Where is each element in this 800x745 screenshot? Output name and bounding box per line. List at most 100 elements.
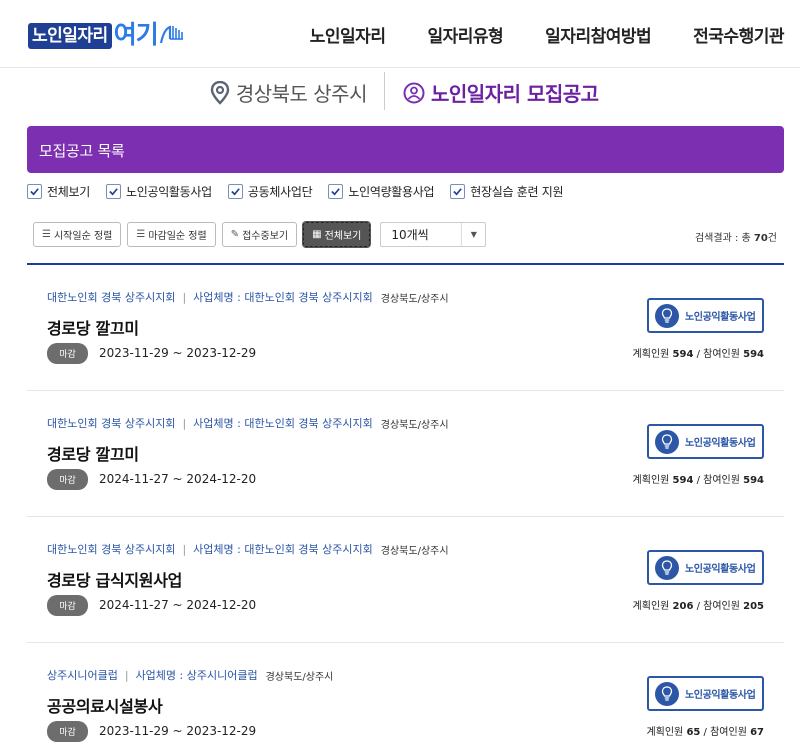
business-name[interactable]: 사업체명 : 대한노인회 경북 상주시지회 [193,289,373,305]
search-result-count: 검색결과 : 총 70건 [695,229,777,244]
nav-item-jobs[interactable]: 노인일자리 [310,22,386,47]
headcount: 계획인원 594 / 참여인원 594 [633,345,764,360]
plan-label: 계획인원 [632,349,673,360]
business-name[interactable]: 사업체명 : 대한노인회 경북 상주시지회 [193,541,373,557]
checkbox[interactable] [450,184,466,199]
region-text: 경상북도/상주시 [380,293,449,305]
filter-label: 전체보기 [47,185,90,199]
checkbox[interactable] [105,184,121,199]
status-badge: 마감 [47,469,88,490]
person-circle-icon [403,82,425,103]
nav-item-participation[interactable]: 일자리참여방법 [545,22,651,47]
top-header: 노인일자리 여기 노인일자리 일자리유형 일자리참여방법 전국수행기관 [0,0,800,68]
check-icon [231,188,240,196]
plan-label: 계획인원 [632,475,673,486]
posting-title[interactable]: 경로당 급식지원사업 [47,567,182,591]
filter-label: 노인역량활용사업 [348,185,435,199]
logo-text-primary: 노인일자리 [28,23,112,49]
region-text: 경상북도/상주시 [380,545,449,557]
posting-title[interactable]: 경로당 깔끄미 [47,441,139,465]
headcount: 계획인원 206 / 참여인원 205 [633,597,764,612]
button-label: 마감일순 정렬 [148,231,207,242]
lightbulb-icon [655,555,679,580]
card-meta: 대한노인회 경북 상주시지회 | 사업체명 : 대한노인회 경북 상주시지회 경… [47,541,449,557]
region-text: 경상북도/상주시 [265,671,334,683]
job-posting-card[interactable]: 대한노인회 경북 상주시지회 | 사업체명 : 대한노인회 경북 상주시지회 경… [27,517,784,643]
filter-label: 공동체사업단 [247,185,313,199]
filter-community[interactable]: 공동체사업단 [227,183,313,200]
nav-item-agencies[interactable]: 전국수행기관 [693,22,784,47]
organization-link[interactable]: 상주시니어클럽 [47,667,118,683]
posting-period: 2024-11-27 ~ 2024-12-20 [99,472,257,486]
result-suffix: 건 [767,233,777,244]
organization-link[interactable]: 대한노인회 경북 상주시지회 [47,541,175,557]
job-posting-card[interactable]: 상주시니어클럽 | 사업체명 : 상주시니어클럽 경상북도/상주시 공공의료시설… [27,643,784,745]
chevron-down-icon: ▼ [461,223,485,246]
sort-end-button[interactable]: ☰ 마감일순 정렬 [127,222,216,247]
posting-period: 2023-11-29 ~ 2023-12-29 [99,346,257,360]
lightbulb-icon [655,681,679,706]
nav-item-job-types[interactable]: 일자리유형 [427,22,503,47]
check-icon [453,188,463,196]
job-type-badge: 노인공익활동사업 [647,298,764,333]
join-count: 594 [743,349,764,360]
join-count: 205 [743,601,764,612]
receiving-button[interactable]: ✎ 접수중보기 [221,222,298,247]
filter-field-training[interactable]: 현장실습 훈련 지원 [450,183,564,200]
join-label: 참여인원 [710,727,751,738]
region-label: 경상북도 상주시 [235,82,368,106]
status-badge: 마감 [47,721,88,742]
job-type-badge: 노인공익활동사업 [647,424,764,459]
logo-hand-icon [159,25,183,44]
posting-title[interactable]: 공공의료시설봉사 [47,693,163,717]
job-type-badge: 노인공익활동사업 [647,676,764,711]
count-separator: / [693,475,704,486]
card-meta: 대한노인회 경북 상주시지회 | 사업체명 : 대한노인회 경북 상주시지회 경… [47,289,449,305]
map-pin-icon [210,80,230,105]
sort-start-button[interactable]: ☰ 시작일순 정렬 [33,222,122,247]
location-divider [384,72,385,110]
status-badge: 마감 [47,343,88,364]
checkbox[interactable] [227,184,243,199]
lightbulb-icon [655,429,679,454]
filter-label: 노인공익활동사업 [125,185,212,199]
meta-separator: | [182,290,187,304]
job-posting-card[interactable]: 대한노인회 경북 상주시지회 | 사업체명 : 대한노인회 경북 상주시지회 경… [27,265,784,391]
list-icon: ☰ [136,229,146,240]
logo-text-secondary: 여기 [113,20,159,49]
filter-public-service[interactable]: 노인공익활동사업 [105,183,212,200]
checkbox[interactable] [27,184,42,199]
region-text: 경상북도/상주시 [380,419,449,431]
job-type-label: 노인공익활동사업 [685,438,756,449]
headcount: 계획인원 65 / 참여인원 67 [646,723,764,738]
join-label: 참여인원 [703,601,744,612]
check-icon [30,188,39,196]
site-logo[interactable]: 노인일자리 여기 [28,19,186,49]
section-heading: 노인일자리 모집공고 [403,78,599,107]
business-name[interactable]: 사업체명 : 상주시니어클럽 [136,667,258,683]
plan-count: 65 [686,727,701,738]
organization-link[interactable]: 대한노인회 경북 상주시지회 [47,289,175,305]
page-size-select[interactable]: 10개씩 ▼ [380,222,487,247]
location-bar: 경상북도 상주시 노인일자리 모집공고 [0,72,800,112]
meta-separator: | [182,542,187,556]
join-label: 참여인원 [703,475,744,486]
filter-all[interactable]: 전체보기 [27,183,90,200]
status-badge: 마감 [47,595,88,616]
button-label: 시작일순 정렬 [53,231,113,242]
job-type-label: 노인공익활동사업 [685,312,756,323]
job-posting-card[interactable]: 대한노인회 경북 상주시지회 | 사업체명 : 대한노인회 경북 상주시지회 경… [27,391,784,517]
filter-capability[interactable]: 노인역량활용사업 [328,183,435,200]
organization-link[interactable]: 대한노인회 경북 상주시지회 [47,415,175,431]
job-type-label: 노인공익활동사업 [685,690,756,701]
business-name[interactable]: 사업체명 : 대한노인회 경북 상주시지회 [193,415,373,431]
filter-label: 현장실습 훈련 지원 [470,185,564,199]
category-filters: 전체보기 노인공익활동사업 공동체사업단 노인역량활용사업 현장실습 훈련 지원 [27,183,579,200]
list-title: 모집공고 목록 [39,142,125,160]
posting-title[interactable]: 경로당 깔끄미 [47,315,139,339]
view-all-button[interactable]: ▦ 전체보기 [302,221,372,248]
job-type-badge: 노인공익활동사업 [647,550,764,585]
region-selector[interactable]: 경상북도 상주시 [210,78,368,107]
checkbox[interactable] [328,184,344,199]
count-separator: / [693,349,704,360]
